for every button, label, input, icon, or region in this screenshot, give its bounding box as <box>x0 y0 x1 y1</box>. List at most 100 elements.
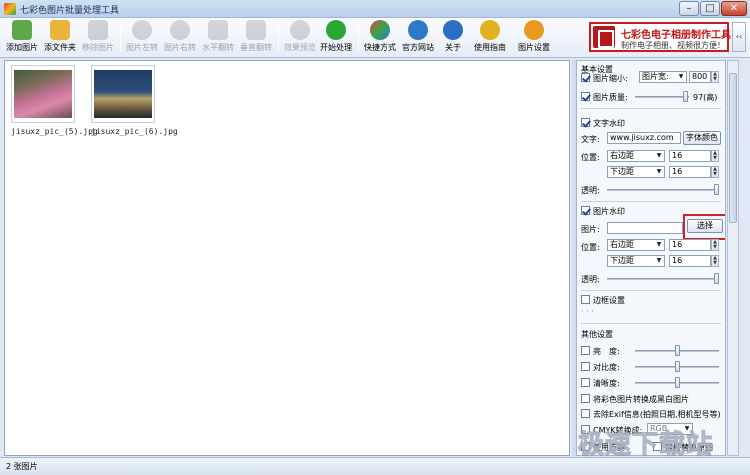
sharpness-checkbox[interactable] <box>581 378 590 387</box>
image-settings-label: 图片设置 <box>518 43 550 52</box>
toolbar-separator <box>278 24 279 52</box>
rotate-right-icon <box>170 20 190 40</box>
flip-horizontal-button[interactable]: 水平翻转 <box>200 20 236 56</box>
info-icon <box>443 20 463 40</box>
text-v-offset-input[interactable]: 16 <box>669 166 711 178</box>
image-watermark-header: 图片水印 <box>593 207 625 216</box>
toolbar-separator <box>358 24 359 52</box>
add-image-icon <box>12 20 32 40</box>
thumbnail-frame <box>11 65 75 123</box>
resize-mode-value: 图片宽: <box>642 72 669 81</box>
remove-exif-checkbox[interactable] <box>581 409 590 418</box>
text-h-position-select[interactable]: 右边距 ▼ <box>607 150 665 162</box>
resize-mode-select[interactable]: 图片宽: ▼ <box>639 71 687 83</box>
title-bar: 七彩色图片批量处理工具 – □ ✕ <box>0 0 750 18</box>
choose-image-button[interactable]: 选择 <box>687 219 723 233</box>
image-position-label: 位置: <box>581 243 600 252</box>
close-button[interactable]: ✕ <box>721 1 747 16</box>
image-v-position-select[interactable]: 下边距 ▼ <box>607 255 665 267</box>
brightness-checkbox[interactable] <box>581 346 590 355</box>
about-button[interactable]: 关于 <box>438 20 468 56</box>
maximize-button[interactable]: □ <box>700 1 720 16</box>
minimize-button[interactable]: – <box>679 1 699 16</box>
watermark-image-path-input[interactable] <box>607 222 683 234</box>
scrollbar-thumb[interactable] <box>729 73 737 223</box>
watermark-text-input[interactable]: www.jisuxz.com <box>607 132 681 144</box>
text-h-offset-input[interactable]: 16 <box>669 150 711 162</box>
chevron-down-icon: ▼ <box>678 73 684 80</box>
image-list[interactable]: jisuxz_pic_(5).jpg jisuxz_pic_(6).jpg <box>4 60 570 456</box>
image-opacity-slider-knob[interactable] <box>714 273 719 284</box>
image-h-position-select[interactable]: 右边距 ▼ <box>607 239 665 251</box>
border-collapsed-dots: · · · <box>581 307 594 316</box>
text-v-position-select[interactable]: 下边距 ▼ <box>607 166 665 178</box>
shortcut-button[interactable]: 快捷方式 <box>362 20 398 56</box>
text-h-offset-spinner[interactable]: ▲ ▼ <box>711 150 719 162</box>
text-opacity-slider-knob[interactable] <box>714 184 719 195</box>
border-checkbox[interactable] <box>581 295 590 304</box>
flip-vertical-label: 垂直翻转 <box>240 43 272 52</box>
guide-label: 使用指南 <box>474 43 506 52</box>
quality-slider-knob[interactable] <box>683 91 688 102</box>
image-thumbnail[interactable]: jisuxz_pic_(5).jpg <box>11 65 98 136</box>
text-watermark-checkbox[interactable] <box>581 118 590 127</box>
brightness-label: 亮 度: <box>593 347 620 356</box>
contrast-slider-knob[interactable] <box>675 361 680 372</box>
resize-value-input[interactable]: 800 <box>689 71 711 83</box>
settings-scrollbar[interactable] <box>727 60 739 456</box>
image-v-offset-spinner[interactable]: ▲ ▼ <box>711 255 719 267</box>
other-settings-header: 其他设置 <box>581 330 613 339</box>
official-site-label: 官方网站 <box>402 43 434 52</box>
image-opacity-label: 透明: <box>581 275 600 284</box>
panel-toggle-button[interactable]: ‹‹ <box>732 22 746 52</box>
divider <box>581 201 721 202</box>
image-path-label: 图片: <box>581 225 600 234</box>
brightness-slider-knob[interactable] <box>675 345 680 356</box>
preview-button[interactable]: 效果预览 <box>282 20 318 56</box>
resize-checkbox[interactable] <box>581 73 590 82</box>
remove-image-button[interactable]: 移除图片 <box>80 20 116 56</box>
text-h-position-value: 右边距 <box>610 151 634 160</box>
divider <box>581 108 721 109</box>
quality-checkbox[interactable] <box>581 92 590 101</box>
text-opacity-slider-track[interactable] <box>607 189 719 191</box>
folder-icon <box>50 20 70 40</box>
flip-vertical-button[interactable]: 垂直翻转 <box>238 20 274 56</box>
image-h-offset-input[interactable]: 16 <box>669 239 711 251</box>
thumbnail-frame <box>91 65 155 123</box>
quality-slider-track[interactable] <box>635 96 689 98</box>
resize-spinner[interactable]: ▲ ▼ <box>711 71 719 83</box>
remove-exif-label: 去除Exif信息(拍照日期,相机型号等) <box>593 410 721 419</box>
font-color-button[interactable]: 字体颜色 <box>683 131 721 145</box>
text-label: 文字: <box>581 135 600 144</box>
image-settings-button[interactable]: 图片设置 <box>514 20 554 56</box>
rotate-left-icon <box>132 20 152 40</box>
guide-button[interactable]: 使用指南 <box>472 20 508 56</box>
add-folder-button[interactable]: 添文件夹 <box>42 20 78 56</box>
image-v-offset-input[interactable]: 16 <box>669 255 711 267</box>
thumbnail-image <box>14 70 72 118</box>
image-thumbnail[interactable]: jisuxz_pic_(6).jpg <box>91 65 178 136</box>
official-site-button[interactable]: 官方网站 <box>400 20 436 56</box>
image-opacity-slider-track[interactable] <box>607 278 719 280</box>
add-image-button[interactable]: 添加图片 <box>4 20 40 56</box>
shortcut-icon <box>370 20 390 40</box>
contrast-checkbox[interactable] <box>581 362 590 371</box>
text-position-label: 位置: <box>581 153 600 162</box>
remove-image-icon <box>88 20 108 40</box>
text-v-offset-spinner[interactable]: ▲ ▼ <box>711 166 719 178</box>
promo-banner[interactable]: 七彩色电子相册制作工具 制作电子相册、视频很方便！ <box>589 22 731 52</box>
sharpness-slider-knob[interactable] <box>675 377 680 388</box>
preview-label: 效果预览 <box>284 43 316 52</box>
divider <box>581 290 721 291</box>
thumbnail-name: jisuxz_pic_(6).jpg <box>91 127 178 136</box>
grayscale-checkbox[interactable] <box>581 394 590 403</box>
resize-label: 图片缩小: <box>593 74 628 83</box>
help-icon <box>480 20 500 40</box>
rotate-right-button[interactable]: 图片右转 <box>162 20 198 56</box>
image-watermark-checkbox[interactable] <box>581 206 590 215</box>
start-process-button[interactable]: 开始处理 <box>318 20 354 56</box>
image-h-offset-spinner[interactable]: ▲ ▼ <box>711 239 719 251</box>
rotate-left-button[interactable]: 图片左转 <box>124 20 160 56</box>
thumbnail-name: jisuxz_pic_(5).jpg <box>11 127 98 136</box>
